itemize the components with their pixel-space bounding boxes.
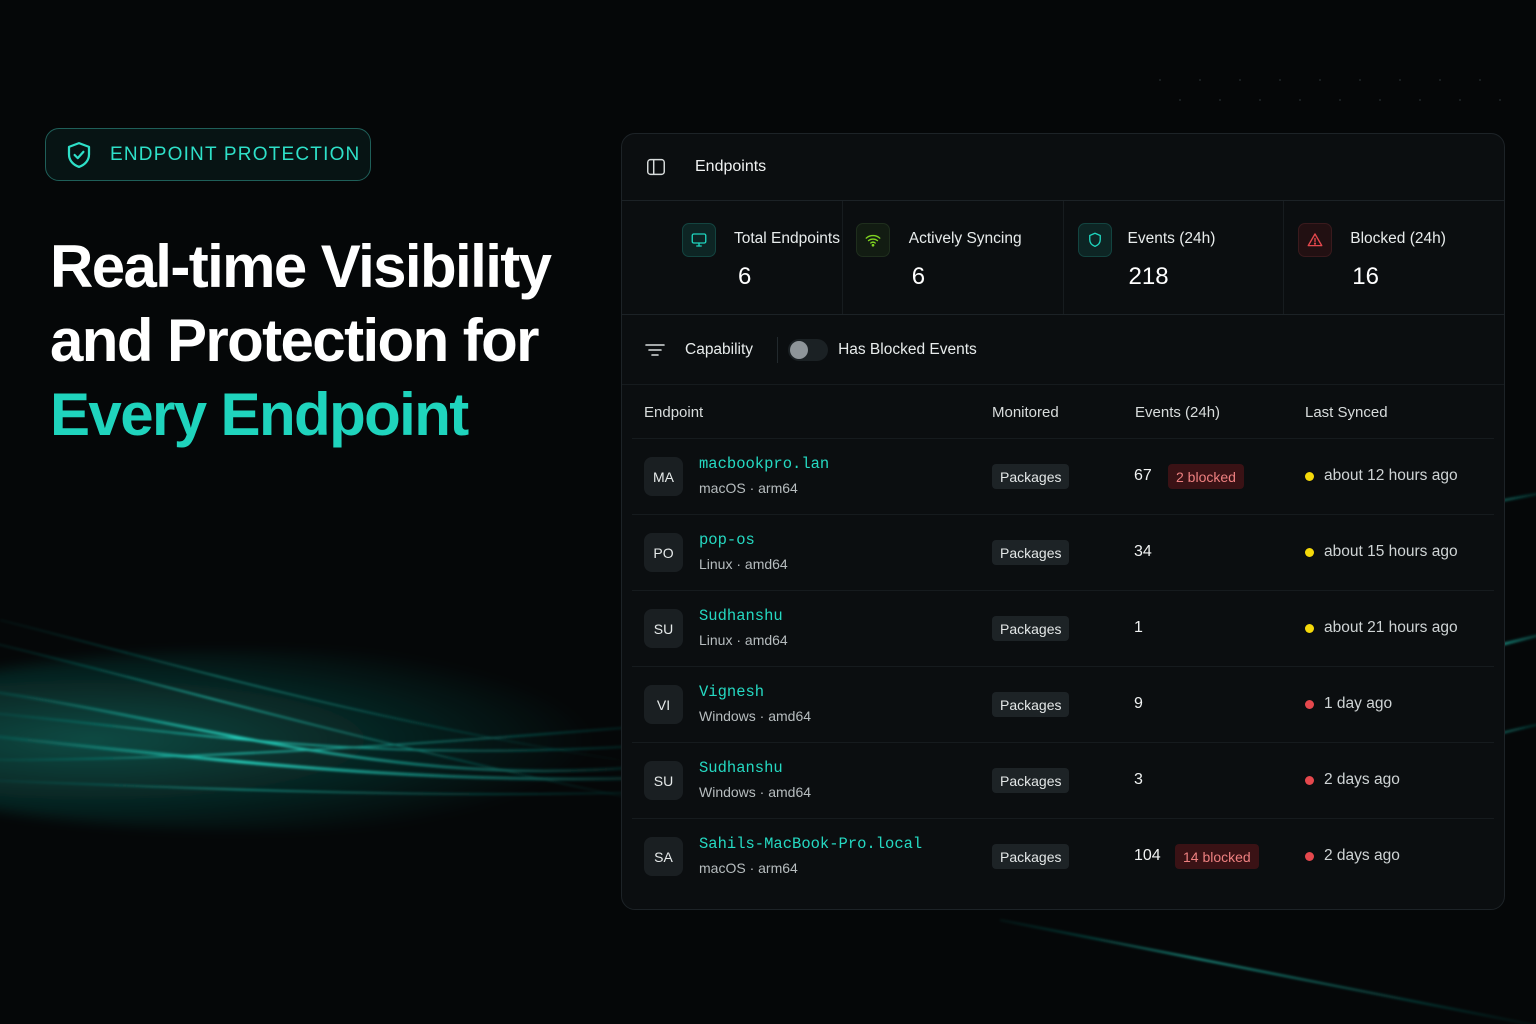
monitored-badge: Packages: [992, 692, 1070, 717]
stat-value: 16: [1352, 263, 1379, 290]
last-synced: about 21 hours ago: [1324, 619, 1458, 636]
filter-icon[interactable]: [645, 342, 665, 358]
stat-value: 218: [1128, 263, 1169, 290]
page-headline: Real-time Visibility and Protection for …: [50, 230, 610, 452]
stat-value: 6: [911, 263, 926, 290]
headline-line-3: Every Endpoint: [50, 381, 469, 448]
endpoints-panel: Endpoints Total Endpoints 6 Actively Syn…: [621, 133, 1505, 910]
headline-line-1: Real-time Visibility: [50, 233, 552, 300]
monitored-badge: Packages: [992, 464, 1070, 489]
stat-label: Actively Syncing: [908, 230, 1022, 247]
status-dot: [1305, 852, 1314, 861]
stat-label: Total Endpoints: [734, 230, 840, 247]
endpoint-os: macOS · arm64: [699, 480, 798, 496]
stat-total-endpoints: Total Endpoints 6: [622, 201, 843, 314]
shield-icon: [1077, 223, 1112, 257]
monitored-badge: Packages: [992, 844, 1070, 869]
toggle-knob: [790, 340, 809, 359]
status-dot: [1305, 700, 1314, 709]
monitored-badge: Packages: [992, 540, 1070, 565]
endpoint-name-link[interactable]: pop-os: [699, 531, 755, 549]
events-count: 67: [1134, 467, 1152, 484]
endpoint-protection-badge: ENDPOINT PROTECTION: [45, 128, 371, 181]
endpoint-name-link[interactable]: Sudhanshu: [699, 759, 783, 777]
endpoint-name-link[interactable]: Vignesh: [699, 683, 764, 701]
has-blocked-events-label: Has Blocked Events: [838, 340, 977, 358]
endpoint-os: macOS · arm64: [699, 860, 798, 876]
headline-line-2: and Protection for: [50, 307, 539, 374]
avatar: SU: [644, 761, 683, 800]
table-header: Endpoint Monitored Events (24h) Last Syn…: [632, 385, 1494, 439]
endpoint-name-link[interactable]: macbookpro.lan: [699, 455, 829, 473]
filter-divider: [777, 336, 779, 363]
endpoint-name-link[interactable]: Sudhanshu: [699, 607, 783, 625]
monitored-badge: Packages: [992, 768, 1070, 793]
stat-label: Blocked (24h): [1350, 230, 1446, 247]
last-synced: about 15 hours ago: [1324, 543, 1458, 560]
table-row[interactable]: SU Sudhanshu Windows · amd64 Packages 3 …: [632, 743, 1494, 819]
blocked-badge: 2 blocked: [1168, 464, 1244, 489]
events-count: 1: [1134, 619, 1143, 636]
column-monitored[interactable]: Monitored: [992, 404, 1059, 421]
monitor-icon: [682, 223, 716, 257]
events-count: 3: [1134, 771, 1143, 788]
stat-value: 6: [738, 263, 752, 290]
stat-events-24h: Events (24h) 218: [1064, 201, 1285, 314]
capability-filter[interactable]: Capability: [685, 341, 753, 359]
table-body: MA macbookpro.lan macOS · arm64 Packages…: [622, 439, 1504, 895]
avatar: SU: [644, 609, 683, 648]
stats-bar: Total Endpoints 6 Actively Syncing 6 Eve…: [622, 201, 1504, 315]
endpoint-os: Linux · amd64: [699, 632, 788, 648]
endpoint-os: Windows · amd64: [699, 708, 812, 724]
wifi-icon: [855, 223, 890, 257]
status-dot: [1305, 624, 1314, 633]
last-synced: 2 days ago: [1324, 771, 1400, 788]
table-row[interactable]: SA Sahils-MacBook-Pro.local macOS · arm6…: [632, 819, 1494, 895]
column-last-synced[interactable]: Last Synced: [1305, 404, 1388, 421]
status-dot: [1305, 472, 1314, 481]
table-row[interactable]: MA macbookpro.lan macOS · arm64 Packages…: [632, 439, 1494, 515]
status-dot: [1305, 548, 1314, 557]
avatar: PO: [644, 533, 683, 572]
stat-label: Events (24h): [1127, 230, 1216, 247]
last-synced: 2 days ago: [1324, 847, 1400, 864]
status-dot: [1305, 776, 1314, 785]
shield-check-icon: [67, 141, 91, 168]
filter-bar: Capability Has Blocked Events: [622, 315, 1504, 385]
stat-blocked-24h: Blocked (24h) 16: [1284, 201, 1504, 314]
avatar: MA: [644, 457, 683, 496]
panel-header: Endpoints: [622, 134, 1504, 201]
blocked-badge: 14 blocked: [1175, 844, 1259, 869]
monitored-badge: Packages: [992, 616, 1070, 641]
last-synced: about 12 hours ago: [1324, 467, 1458, 484]
endpoint-name-link[interactable]: Sahils-MacBook-Pro.local: [699, 835, 922, 853]
table-row[interactable]: PO pop-os Linux · amd64 Packages 34 abou…: [632, 515, 1494, 591]
warning-icon: [1298, 223, 1333, 257]
avatar: SA: [644, 837, 683, 876]
sidebar-toggle-icon[interactable]: [645, 156, 667, 178]
column-events[interactable]: Events (24h): [1135, 404, 1220, 421]
events-count: 104: [1134, 847, 1161, 864]
column-endpoint[interactable]: Endpoint: [644, 404, 703, 421]
avatar: VI: [644, 685, 683, 724]
events-count: 9: [1134, 695, 1143, 712]
stat-actively-syncing: Actively Syncing 6: [843, 201, 1064, 314]
last-synced: 1 day ago: [1324, 695, 1393, 712]
panel-title: Endpoints: [695, 158, 767, 175]
table-row[interactable]: SU Sudhanshu Linux · amd64 Packages 1 ab…: [632, 591, 1494, 667]
hero-section: ENDPOINT PROTECTION Real-time Visibility…: [0, 0, 600, 1024]
endpoint-os: Linux · amd64: [699, 556, 788, 572]
badge-label: ENDPOINT PROTECTION: [110, 143, 361, 165]
table-row[interactable]: VI Vignesh Windows · amd64 Packages 9 1 …: [632, 667, 1494, 743]
endpoint-os: Windows · amd64: [699, 784, 812, 800]
has-blocked-events-toggle[interactable]: [788, 338, 829, 361]
events-count: 34: [1134, 543, 1152, 560]
